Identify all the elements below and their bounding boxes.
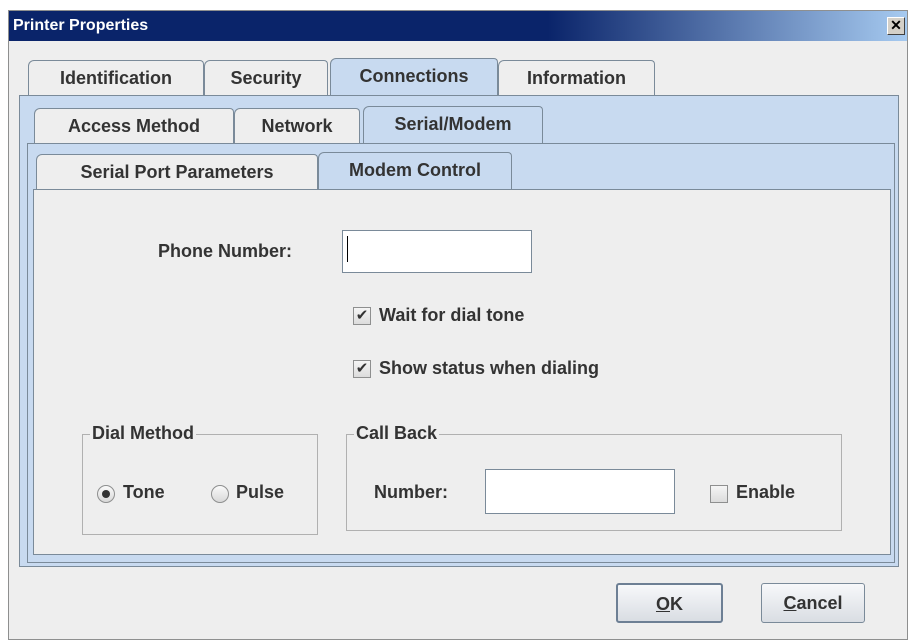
- tab-serial-port-parameters[interactable]: Serial Port Parameters: [36, 154, 318, 190]
- tone-radio[interactable]: [97, 485, 115, 503]
- tab-information[interactable]: Information: [498, 60, 655, 96]
- call-back-legend: Call Back: [354, 423, 440, 444]
- enable-checkbox[interactable]: [710, 485, 728, 503]
- radio-selected-dot: [102, 490, 110, 498]
- cancel-mnemonic: C: [783, 593, 797, 613]
- callback-number-label: Number:: [374, 482, 449, 502]
- ok-button[interactable]: OK: [616, 583, 723, 623]
- tab-network[interactable]: Network: [234, 108, 360, 144]
- phone-number-label: Phone Number:: [158, 241, 293, 261]
- cancel-label-rest: ancel: [796, 593, 843, 613]
- pulse-label[interactable]: Pulse: [236, 482, 284, 503]
- pulse-radio[interactable]: [211, 485, 229, 503]
- show-status-label[interactable]: Show status when dialing: [379, 358, 599, 379]
- phone-number-input[interactable]: [342, 230, 532, 273]
- callback-number-input[interactable]: [485, 469, 675, 514]
- dial-method-legend: Dial Method: [90, 423, 196, 444]
- text-caret: [347, 236, 348, 262]
- printer-properties-dialog: Printer Properties ✕ Identification Secu…: [8, 10, 908, 640]
- window-title: Printer Properties: [13, 17, 149, 34]
- tab-security[interactable]: Security: [204, 60, 328, 96]
- ok-label-rest: K: [670, 594, 683, 614]
- tab-connections[interactable]: Connections: [330, 58, 498, 96]
- modem-control-panel: Phone Number: ✔ Wait for dial tone ✔ Sho…: [33, 189, 891, 555]
- tab-identification[interactable]: Identification: [28, 60, 204, 96]
- close-icon[interactable]: ✕: [887, 17, 905, 35]
- show-status-checkbox[interactable]: ✔: [353, 360, 371, 378]
- tab-modem-control[interactable]: Modem Control: [318, 152, 512, 190]
- ok-mnemonic: O: [655, 594, 670, 614]
- title-bar[interactable]: Printer Properties ✕: [9, 11, 907, 41]
- wait-dial-tone-checkbox[interactable]: ✔: [353, 307, 371, 325]
- tone-label[interactable]: Tone: [123, 482, 165, 503]
- enable-label[interactable]: Enable: [736, 482, 795, 503]
- cancel-button[interactable]: Cancel: [761, 583, 865, 623]
- tab-access-method[interactable]: Access Method: [34, 108, 234, 144]
- tab-serial-modem[interactable]: Serial/Modem: [363, 106, 543, 144]
- wait-dial-tone-label[interactable]: Wait for dial tone: [379, 305, 524, 326]
